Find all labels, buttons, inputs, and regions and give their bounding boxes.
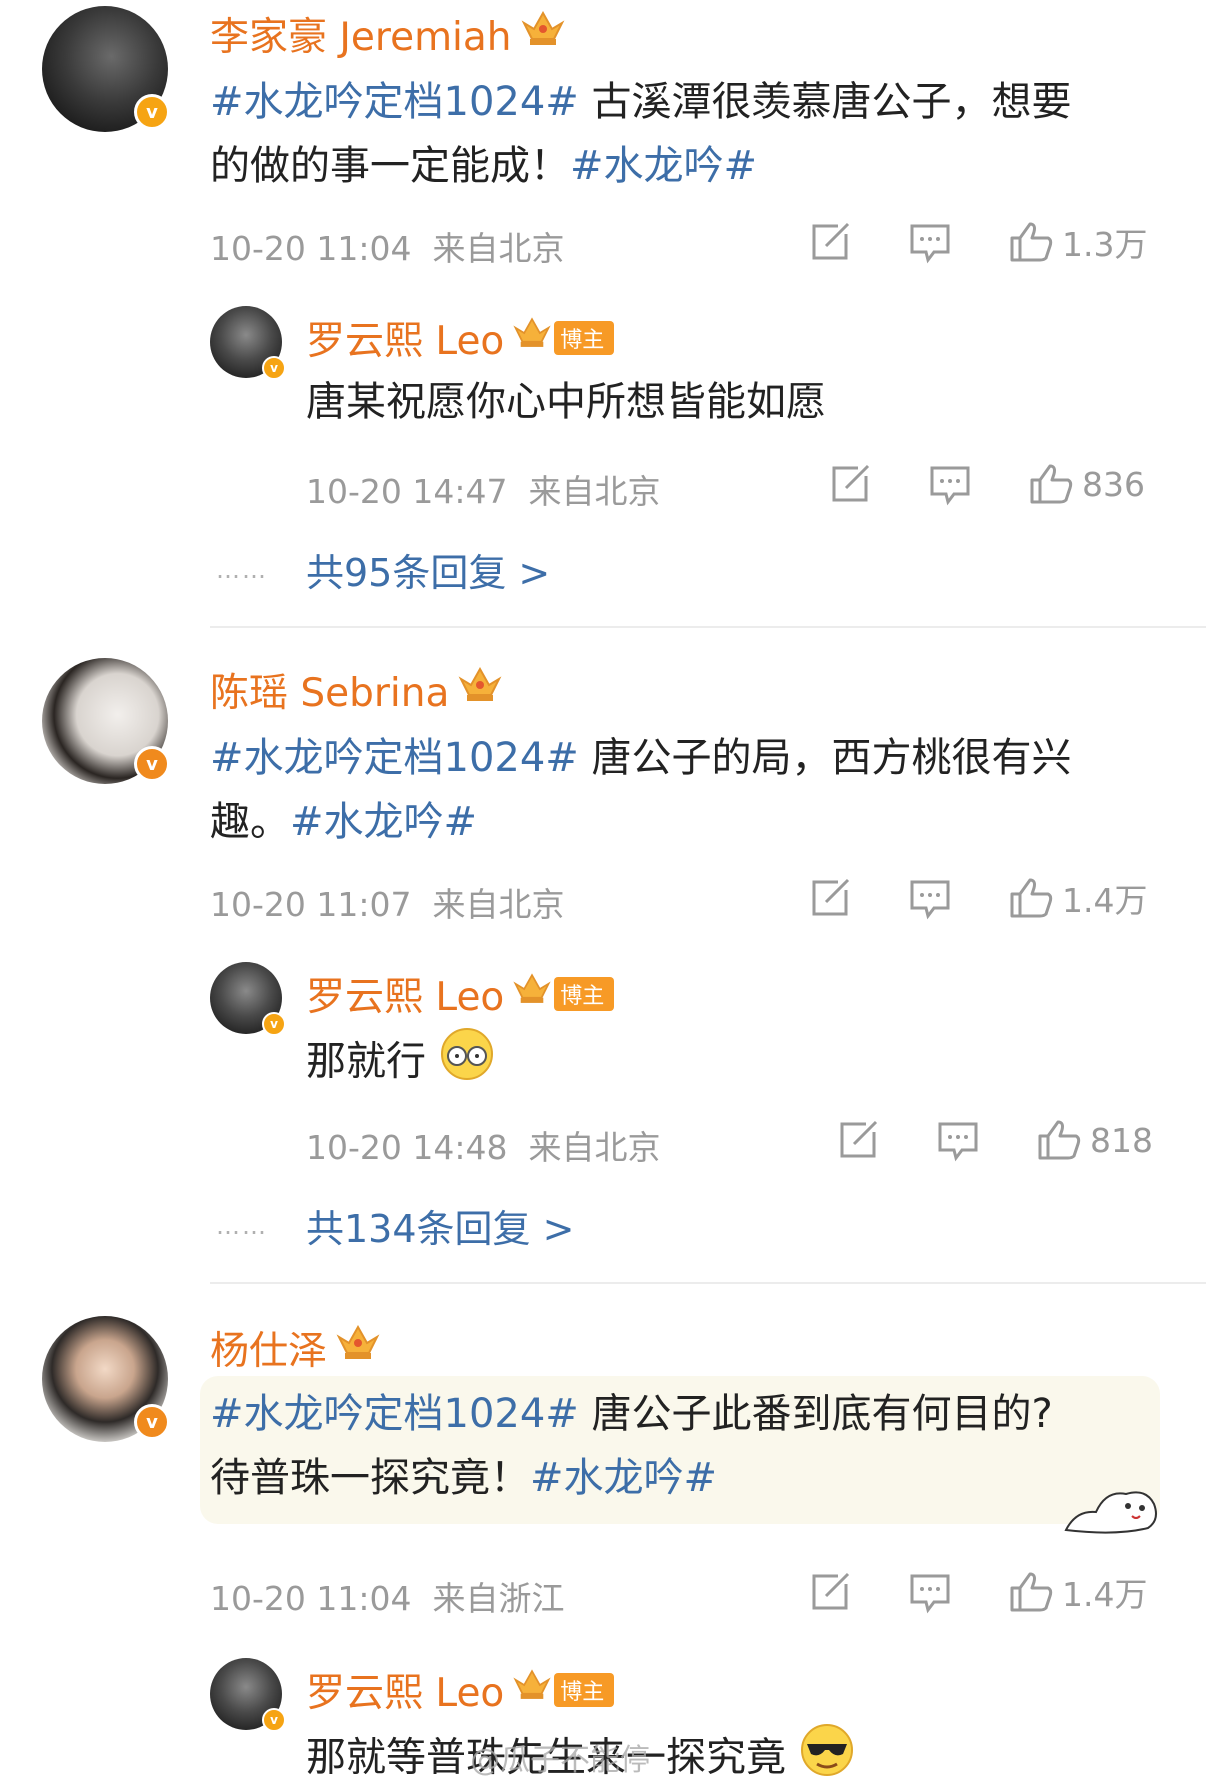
like-button[interactable]: 1.3万 bbox=[1008, 218, 1147, 266]
share-icon[interactable] bbox=[836, 1118, 880, 1162]
comment-text: #水龙吟定档1024# 古溪潭很羡慕唐公子，想要 的做的事一定能成！#水龙吟# bbox=[210, 79, 1072, 189]
comment-icon[interactable] bbox=[908, 1570, 952, 1614]
thumbs-up-icon bbox=[1010, 222, 1053, 262]
verified-badge-icon: v bbox=[134, 94, 170, 130]
reply-username[interactable]: 罗云熙 Leo 博主 bbox=[306, 310, 615, 366]
more-replies-link[interactable]: 共95条回复 > bbox=[306, 542, 550, 597]
shy-face-emoji-icon bbox=[439, 1026, 495, 1101]
more-dots: …… bbox=[216, 1212, 268, 1240]
comment-text: #水龙吟定档1024# 唐公子此番到底有何目的? 待普珠一探究竟！#水龙吟# bbox=[210, 1391, 1053, 1501]
reply-actions: 836 bbox=[828, 462, 1145, 506]
like-button[interactable]: 836 bbox=[1028, 462, 1145, 506]
like-count: 1.4万 bbox=[1062, 1575, 1148, 1614]
share-icon[interactable] bbox=[808, 220, 852, 264]
comment-icon[interactable] bbox=[936, 1118, 980, 1162]
share-icon[interactable] bbox=[808, 1570, 852, 1614]
username[interactable]: 陈瑶 Sebrina bbox=[210, 662, 503, 718]
more-replies-link[interactable]: 共134条回复 > bbox=[306, 1198, 574, 1253]
verified-badge-icon: v bbox=[262, 1708, 286, 1732]
topic-link[interactable]: #水龙吟# bbox=[290, 799, 477, 845]
more-dots: …… bbox=[216, 556, 268, 584]
crown-icon bbox=[512, 971, 552, 1017]
comment-actions: 1.3万 bbox=[808, 218, 1147, 266]
like-count: 1.4万 bbox=[1062, 881, 1148, 920]
comment-feed: v 李家豪 Jeremiah #水龙吟定档1024# 古溪潭很羡慕唐公子，想要 … bbox=[0, 0, 1206, 1789]
dog-sticker-icon bbox=[1064, 1491, 1157, 1534]
reply-username[interactable]: 罗云熙 Leo 博主 bbox=[306, 966, 615, 1022]
like-button[interactable]: 1.4万 bbox=[1008, 874, 1147, 922]
reply-username[interactable]: 罗云熙 Leo 博主 bbox=[306, 1662, 615, 1718]
avatar[interactable]: v bbox=[42, 6, 170, 132]
topic-link[interactable]: #水龙吟# bbox=[530, 1455, 717, 1501]
blogger-badge: 博主 bbox=[554, 321, 615, 355]
topic-link[interactable]: #水龙吟定档1024# bbox=[210, 735, 579, 781]
thumbs-up-icon bbox=[1010, 1572, 1053, 1612]
comment-meta: 10-20 11:04 来自浙江 bbox=[210, 1579, 565, 1618]
reply-meta: 10-20 14:48 来自北京 bbox=[306, 1128, 661, 1167]
verified-badge-icon: v bbox=[134, 746, 170, 782]
reply-text: 唐某祝愿你心中所想皆能如愿 bbox=[306, 379, 826, 425]
thumbs-up-icon bbox=[1038, 1120, 1081, 1160]
verified-badge-icon: v bbox=[134, 1404, 170, 1440]
sunglasses-emoji-icon bbox=[799, 1722, 855, 1789]
thumbs-up-icon bbox=[1010, 878, 1053, 918]
comment-actions: 1.4万 bbox=[808, 874, 1147, 922]
share-icon[interactable] bbox=[828, 462, 872, 506]
reply-avatar[interactable]: v bbox=[210, 306, 286, 380]
reply-avatar[interactable]: v bbox=[210, 962, 286, 1036]
topic-link[interactable]: #水龙吟定档1024# bbox=[210, 1391, 579, 1437]
thumbs-up-icon bbox=[1030, 464, 1073, 504]
username[interactable]: 李家豪 Jeremiah bbox=[210, 6, 566, 62]
username[interactable]: 杨仕泽 bbox=[210, 1320, 381, 1376]
blogger-badge: 博主 bbox=[554, 977, 615, 1011]
comment-text: #水龙吟定档1024# 唐公子的局，西方桃很有兴 趣。#水龙吟# bbox=[210, 735, 1072, 845]
like-count: 818 bbox=[1090, 1120, 1153, 1160]
crown-icon bbox=[335, 1323, 381, 1373]
reply-text: 那就行 bbox=[306, 1026, 495, 1101]
like-count: 836 bbox=[1082, 464, 1145, 504]
comment-meta: 10-20 11:07 来自北京 bbox=[210, 885, 565, 924]
topic-link[interactable]: #水龙吟定档1024# bbox=[210, 79, 579, 125]
share-icon[interactable] bbox=[808, 876, 852, 920]
comment-icon[interactable] bbox=[908, 220, 952, 264]
avatar[interactable]: v bbox=[42, 1316, 170, 1442]
crown-icon bbox=[457, 665, 503, 715]
divider bbox=[210, 1282, 1206, 1284]
reply-actions: 818 bbox=[836, 1118, 1153, 1162]
like-button[interactable]: 1.4万 bbox=[1008, 1568, 1147, 1616]
crown-icon bbox=[512, 315, 552, 361]
comment-meta: 10-20 11:04 来自北京 bbox=[210, 229, 565, 268]
reply-meta: 10-20 14:47 来自北京 bbox=[306, 472, 661, 511]
comment-actions: 1.4万 bbox=[808, 1568, 1147, 1616]
divider bbox=[210, 626, 1206, 628]
like-count: 1.3万 bbox=[1062, 225, 1148, 264]
like-button[interactable]: 818 bbox=[1036, 1118, 1153, 1162]
blogger-badge: 博主 bbox=[554, 1673, 615, 1707]
verified-badge-icon: v bbox=[262, 356, 286, 380]
comment-icon[interactable] bbox=[908, 876, 952, 920]
topic-link[interactable]: #水龙吟# bbox=[570, 143, 757, 189]
reply-avatar[interactable]: v bbox=[210, 1658, 286, 1732]
crown-icon bbox=[520, 9, 566, 59]
crown-icon bbox=[512, 1667, 552, 1713]
comment-icon[interactable] bbox=[928, 462, 972, 506]
watermark: @瓜子不能停 bbox=[470, 1743, 650, 1778]
verified-badge-icon: v bbox=[262, 1012, 286, 1036]
avatar[interactable]: v bbox=[42, 658, 170, 784]
